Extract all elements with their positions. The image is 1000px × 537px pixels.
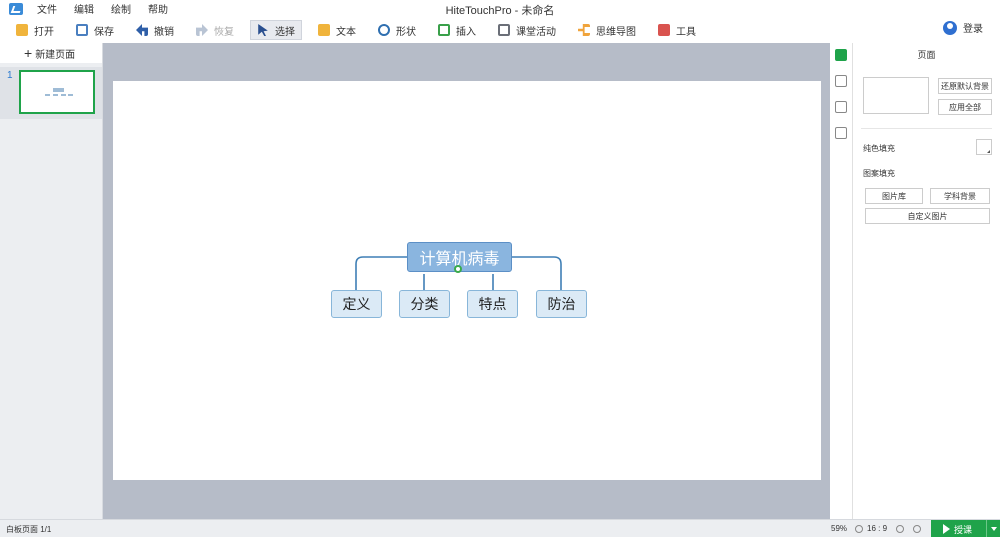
background-preview — [863, 77, 929, 114]
connector-4 — [511, 256, 562, 290]
zoom-dropdown-icon[interactable] — [855, 525, 863, 533]
menu-file[interactable]: 文件 — [37, 1, 57, 16]
status-bar: 白板页面 1/1 59% 16 : 9 授课 — [0, 519, 1000, 537]
class-activity-label: 课堂活动 — [516, 26, 556, 38]
page-list-panel: + 新建页面 1 — [0, 43, 103, 519]
menu-draw[interactable]: 绘制 — [111, 1, 131, 16]
tools-label: 工具 — [676, 26, 696, 38]
text-box-icon — [318, 24, 330, 36]
mind-map-child-node[interactable]: 定义 — [331, 290, 382, 318]
login-button[interactable]: 登录 — [943, 20, 983, 35]
class-activity-button[interactable]: 课堂活动 — [492, 20, 562, 40]
menu-edit[interactable]: 编辑 — [74, 1, 94, 16]
toolbox-icon — [658, 24, 670, 36]
undo-button[interactable]: 撤销 — [130, 20, 180, 40]
open-button[interactable]: 打开 — [10, 20, 60, 40]
solid-fill-label: 纯色填充 — [863, 144, 895, 153]
menu-bar: 文件 编辑 绘制 帮助 — [37, 1, 185, 16]
save-label: 保存 — [94, 26, 114, 38]
image-library-button[interactable]: 图片库 — [865, 188, 923, 204]
mind-map-child-node[interactable]: 防治 — [536, 290, 587, 318]
shape-tool-button[interactable]: 形状 — [372, 20, 422, 40]
start-teaching-button[interactable]: 授课 — [931, 520, 1000, 537]
tools-button[interactable]: 工具 — [652, 20, 702, 40]
pattern-fill-label: 图案填充 — [863, 169, 895, 178]
settings-gear-icon[interactable] — [913, 525, 921, 533]
folder-icon — [16, 24, 28, 36]
activity-board-icon — [498, 24, 510, 36]
property-tabs — [830, 43, 853, 519]
menu-help[interactable]: 帮助 — [148, 1, 168, 16]
page-settings-icon[interactable] — [835, 49, 847, 61]
redo-button[interactable]: 恢复 — [190, 20, 240, 40]
insert-label: 插入 — [456, 26, 476, 38]
app-logo-icon — [9, 2, 23, 15]
panel-title: 页面 — [917, 50, 936, 60]
select-tool-button[interactable]: 选择 — [250, 20, 302, 40]
mind-map-child-node[interactable]: 特点 — [467, 290, 518, 318]
page-number: 1 — [7, 70, 13, 81]
resource-library-icon[interactable] — [835, 127, 847, 139]
subject-background-button[interactable]: 学科背景 — [930, 188, 990, 204]
text-label: 文本 — [336, 26, 356, 38]
connector-1 — [355, 256, 407, 290]
insert-image-icon — [438, 24, 450, 36]
redo-label: 恢复 — [214, 26, 234, 38]
floppy-disk-icon — [76, 24, 88, 36]
fill-color-picker[interactable] — [976, 139, 992, 155]
teach-label: 授课 — [954, 524, 973, 535]
divider — [861, 128, 992, 129]
apply-all-button[interactable]: 应用全部 — [938, 99, 992, 115]
page-info: 白板页面 1/1 — [6, 525, 52, 534]
undo-arrow-icon — [136, 24, 148, 36]
play-icon — [943, 524, 950, 534]
undo-label: 撤销 — [154, 26, 174, 38]
layers-icon[interactable] — [835, 101, 847, 113]
save-button[interactable]: 保存 — [70, 20, 120, 40]
app-window: 文件 编辑 绘制 帮助 HiteTouchPro - 未命名 打开 保存 撤销 … — [0, 0, 1000, 537]
user-avatar-icon — [943, 20, 957, 35]
text-tool-button[interactable]: 文本 — [312, 20, 362, 40]
ratio-dropdown-icon[interactable] — [896, 525, 904, 533]
page-thumbnail[interactable] — [19, 70, 95, 114]
connection-handle[interactable] — [454, 265, 462, 273]
select-label: 选择 — [275, 26, 295, 38]
custom-image-button[interactable]: 自定义图片 — [865, 208, 990, 224]
redo-arrow-icon — [196, 24, 208, 36]
chevron-down-icon[interactable] — [986, 520, 1000, 537]
title-bar: 文件 编辑 绘制 帮助 HiteTouchPro - 未命名 — [0, 0, 1000, 17]
login-label: 登录 — [963, 24, 983, 35]
whiteboard-page[interactable]: 计算机病毒 定义 分类 特点 防治 — [113, 81, 821, 480]
page-properties-panel: 页面 还原默认背景 应用全部 纯色填充 图案填充 图片库 学科背景 自定义图片 — [853, 43, 1000, 519]
mind-map-button[interactable]: 思维导图 — [572, 20, 642, 40]
pin-icon[interactable] — [835, 75, 847, 87]
new-page-label: 新建页面 — [35, 49, 76, 61]
new-page-button[interactable]: + 新建页面 — [0, 43, 102, 63]
shape-icon — [378, 24, 390, 36]
open-label: 打开 — [34, 26, 54, 38]
cursor-arrow-icon — [258, 24, 268, 36]
mind-map-connectors — [355, 256, 562, 290]
shape-label: 形状 — [396, 26, 416, 38]
restore-default-bg-button[interactable]: 还原默认背景 — [938, 78, 992, 94]
canvas-area: 计算机病毒 定义 分类 特点 防治 — [103, 43, 830, 519]
zoom-level[interactable]: 59% — [831, 524, 847, 533]
aspect-ratio[interactable]: 16 : 9 — [867, 524, 887, 533]
plus-icon: + — [24, 45, 33, 61]
mind-map-label: 思维导图 — [596, 26, 636, 38]
mind-map-icon — [578, 24, 590, 36]
mind-map-child-node[interactable]: 分类 — [399, 290, 450, 318]
main-toolbar: 打开 保存 撤销 恢复 选择 文本 形状 插入 课堂活动 思维导图 工具 登录 — [0, 17, 1000, 43]
insert-button[interactable]: 插入 — [432, 20, 482, 40]
page-thumbnail-row[interactable]: 1 — [0, 67, 102, 119]
